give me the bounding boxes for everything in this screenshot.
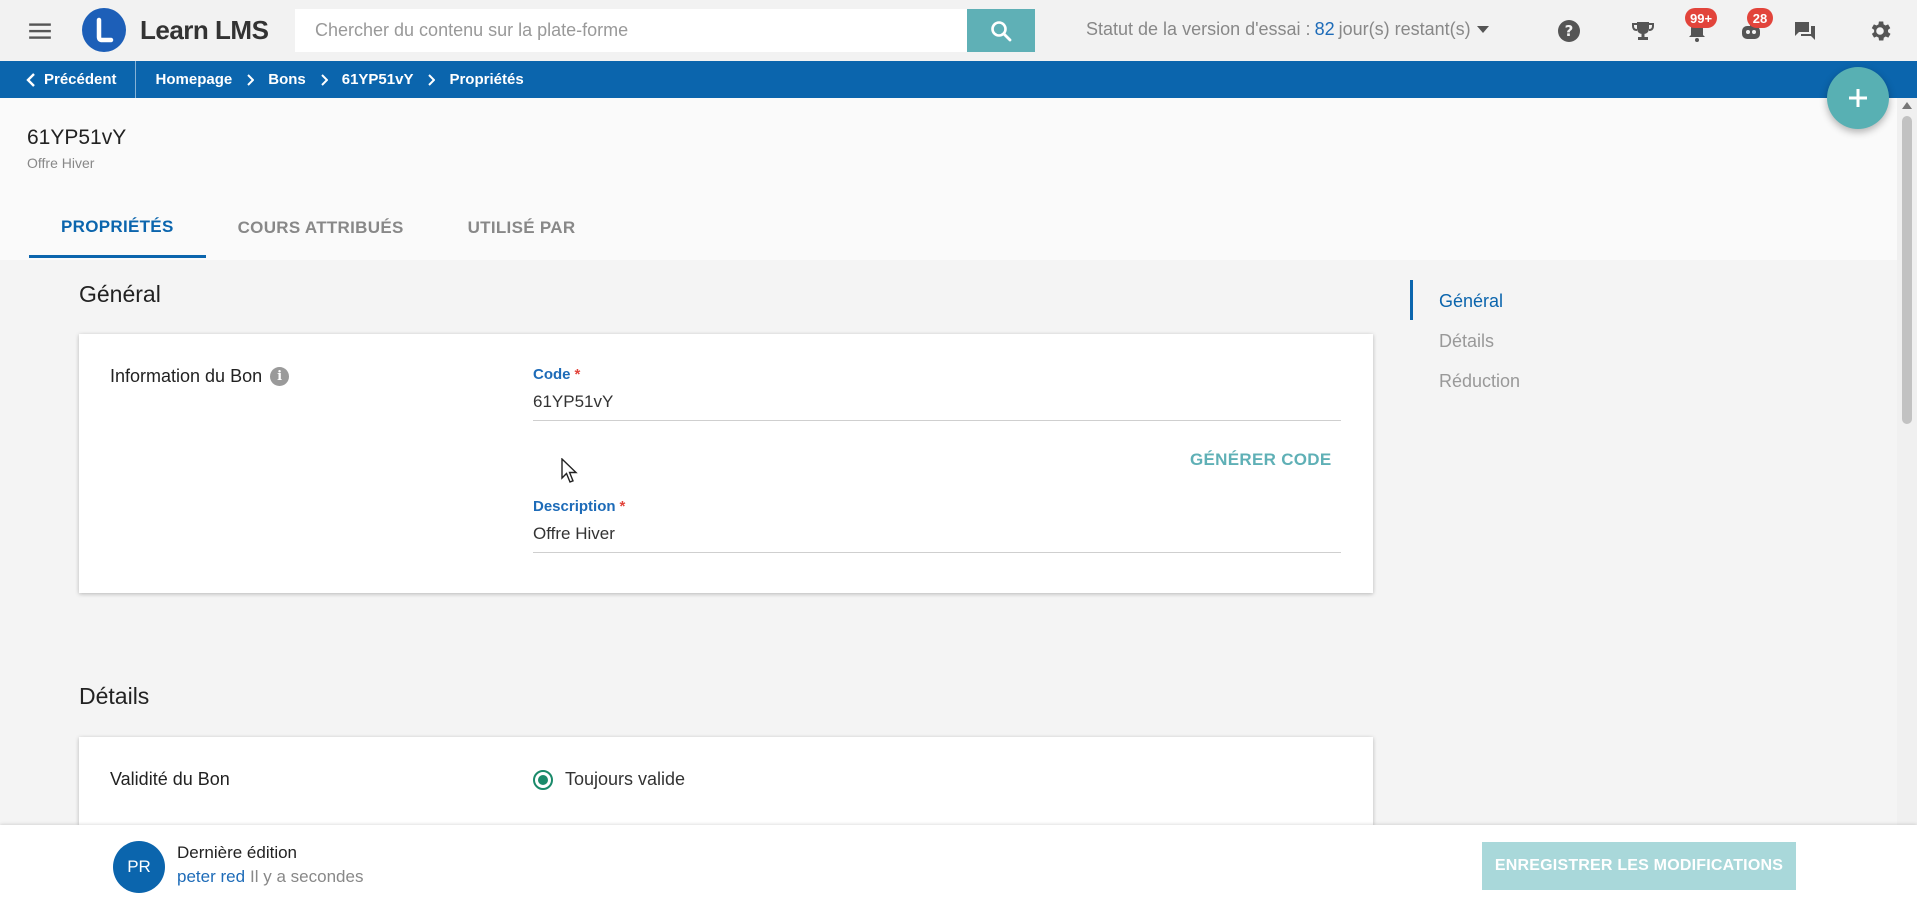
breadcrumb-bons[interactable]: Bons (268, 71, 306, 88)
help-icon: ? (1558, 20, 1580, 42)
general-section-title: Général (79, 281, 161, 307)
chevron-left-icon (26, 72, 35, 87)
breadcrumb-homepage[interactable]: Homepage (156, 71, 233, 88)
back-button[interactable]: Précédent (0, 61, 136, 98)
code-field[interactable]: Code * 61YP51vY (533, 366, 1341, 421)
messages-badge: 28 (1747, 8, 1773, 28)
scrollbar[interactable] (1897, 98, 1917, 825)
details-section-title: Détails (79, 683, 150, 709)
description-field[interactable]: Description * Offre Hiver (533, 498, 1341, 553)
breadcrumb-current: Propriétés (449, 71, 524, 88)
top-bar: Learn LMS Statut de la version d'essai :… (0, 0, 1917, 61)
settings-button[interactable] (1867, 18, 1893, 44)
trial-days: 82 (1314, 19, 1335, 39)
generate-code-button[interactable]: GÉNÉRER CODE (1190, 450, 1332, 470)
breadcrumb-code[interactable]: 61YP51vY (342, 71, 414, 88)
app-title: Learn LMS (140, 14, 269, 45)
breadcrumb-bar: Précédent Homepage Bons 61YP51vY Proprié… (0, 61, 1917, 98)
chevron-right-icon (427, 73, 436, 86)
trial-status-dropdown[interactable]: Statut de la version d'essai : 82 jour(s… (1086, 19, 1489, 40)
info-icon[interactable]: i (270, 367, 290, 386)
plus-icon (1849, 89, 1867, 107)
chat-icon (1795, 22, 1815, 40)
last-edit-meta: peter red Il y a secondes (177, 867, 363, 887)
trial-prefix: Statut de la version d'essai : (1086, 19, 1311, 39)
logo-icon (82, 8, 126, 52)
general-card: Information du Bon i Code * 61YP51vY GÉNÉ… (79, 334, 1373, 593)
caret-down-icon (1476, 26, 1489, 33)
help-button[interactable]: ? (1556, 18, 1582, 44)
back-label: Précédent (44, 71, 117, 88)
gear-icon (1871, 21, 1891, 41)
mouse-cursor-icon (561, 458, 578, 483)
chevron-right-icon (246, 73, 255, 86)
required-marker: * (619, 498, 626, 515)
app-logo[interactable]: Learn LMS (82, 8, 269, 52)
sidenav-item-general[interactable]: Général (1439, 291, 1503, 312)
voucher-info-label: Information du Bon i (110, 366, 290, 387)
radio-selected[interactable] (533, 769, 553, 790)
scroll-up-icon[interactable] (1902, 102, 1912, 109)
code-label: Code * (533, 366, 1341, 383)
code-label-text: Code (533, 366, 571, 383)
sidenav-item-reduction[interactable]: Réduction (1439, 371, 1520, 392)
search-button[interactable] (967, 9, 1035, 52)
page-title: 61YP51vY (27, 126, 127, 149)
achievements-button[interactable] (1630, 18, 1656, 44)
voucher-info-text: Information du Bon (110, 366, 263, 386)
code-input[interactable]: 61YP51vY (533, 392, 1341, 420)
page-header: 61YP51vY Offre Hiver PROPRIÉTÉS COURS AT… (0, 98, 1897, 260)
menu-button[interactable] (0, 0, 80, 61)
details-card: Validité du Bon Toujours valide (79, 737, 1373, 825)
footer-bar: PR Dernière édition peter red Il y a seco… (0, 825, 1917, 900)
save-changes-button[interactable]: ENREGISTRER LES MODIFICATIONS (1482, 842, 1796, 890)
always-valid-option[interactable]: Toujours valide (533, 769, 685, 790)
always-valid-label: Toujours valide (565, 769, 686, 789)
description-label-text: Description (533, 498, 616, 515)
required-marker: * (574, 366, 581, 383)
last-edit-time: Il y a secondes (250, 867, 364, 886)
add-button[interactable] (1827, 67, 1889, 129)
page-subtitle: Offre Hiver (27, 155, 95, 171)
last-edit-title: Dernière édition (177, 843, 298, 862)
last-edit-user[interactable]: peter red (177, 867, 245, 886)
sidenav-item-details[interactable]: Détails (1439, 331, 1494, 352)
chat-button[interactable] (1792, 18, 1818, 44)
radio-dot (538, 774, 548, 785)
search-icon (991, 20, 1012, 41)
voucher-validity-label: Validité du Bon (110, 769, 230, 789)
scrollbar-thumb[interactable] (1902, 116, 1912, 424)
svg-text:?: ? (1565, 22, 1574, 40)
avatar: PR (113, 841, 165, 893)
hamburger-icon (29, 22, 51, 39)
tab-properties[interactable]: PROPRIÉTÉS (29, 198, 206, 258)
notifications-badge: 99+ (1685, 8, 1718, 28)
search-input[interactable] (295, 9, 967, 52)
breadcrumb: Homepage Bons 61YP51vY Propriétés (136, 71, 524, 88)
chevron-right-icon (320, 73, 328, 86)
section-nav-indicator (1410, 280, 1413, 320)
trial-suffix: jour(s) restant(s) (1338, 19, 1471, 39)
trophy-icon (1632, 22, 1654, 40)
search-bar (295, 9, 1035, 52)
tab-bar: PROPRIÉTÉS COURS ATTRIBUÉS UTILISÉ PAR (29, 198, 607, 258)
tab-used-by[interactable]: UTILISÉ PAR (436, 198, 608, 258)
description-label: Description * (533, 498, 1341, 515)
description-input[interactable]: Offre Hiver (533, 524, 1341, 552)
tab-assigned-courses[interactable]: COURS ATTRIBUÉS (206, 198, 436, 258)
